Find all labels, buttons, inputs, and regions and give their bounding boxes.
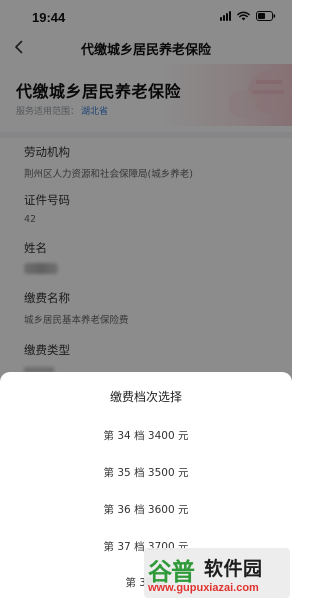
screen: 19:44 代缴城乡居民养老保险 代缴城乡居民养老保险 服务适用范围： 湖北省 … — [0, 0, 292, 600]
watermark-name: 软件园 — [204, 558, 263, 580]
watermark-url: www.gupuxiazai.com — [148, 582, 259, 594]
fee-level-option[interactable]: 第 36 档 3600 元 — [0, 502, 292, 517]
sheet-title: 缴费档次选择 — [109, 390, 182, 404]
fee-level-option[interactable]: 第 35 档 3500 元 — [0, 465, 292, 480]
fee-level-option[interactable]: 第 34 档 3400 元 — [0, 428, 292, 443]
watermark: 谷普 软件园 www.gupuxiazai.com — [144, 548, 290, 598]
